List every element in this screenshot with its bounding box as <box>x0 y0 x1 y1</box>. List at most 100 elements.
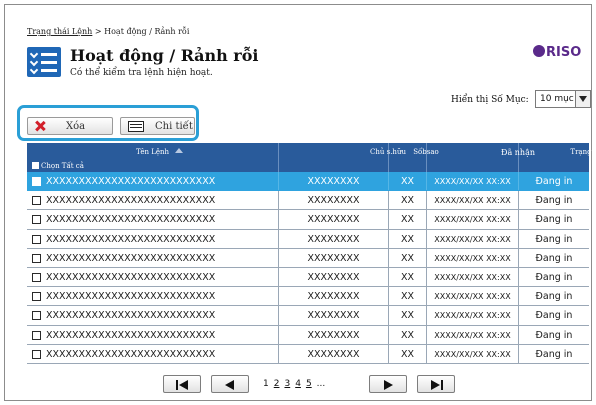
app-window: Trạng thái Lệnh > Hoạt động / Rảnh rỗi H… <box>4 4 596 401</box>
column-header-copies[interactable]: Sốbsao <box>389 143 439 172</box>
copies: XX <box>389 248 427 267</box>
received: XXXX/XX/XX XX:XX <box>427 248 519 267</box>
job-name: XXXXXXXXXXXXXXXXXXXXXXXXXX <box>46 329 216 341</box>
row-checkbox[interactable] <box>32 330 41 340</box>
page-link[interactable]: 5 <box>306 379 312 389</box>
page-ellipsis: ... <box>316 379 326 389</box>
owner: XXXXXXXX <box>279 267 389 287</box>
checklist-icon <box>27 47 61 77</box>
page-subtitle: Có thể kiểm tra lệnh hiện hoạt. <box>70 68 213 78</box>
table-row[interactable]: XXXXXXXXXXXXXXXXXXXXXXXXXX XXXXXXXX XX X… <box>27 172 589 192</box>
received: XXXX/XX/XX XX:XX <box>427 287 519 306</box>
row-checkbox[interactable] <box>32 177 41 186</box>
status: Đang in <box>535 271 573 283</box>
table-row[interactable]: XXXXXXXXXXXXXXXXXXXXXXXXXX XXXXXXXX XX X… <box>27 248 589 268</box>
next-page-button[interactable] <box>369 375 407 393</box>
page-link[interactable]: 4 <box>295 379 301 389</box>
row-checkbox[interactable] <box>32 311 41 321</box>
table-row[interactable]: XXXXXXXXXXXXXXXXXXXXXXXXXX XXXXXXXX XX X… <box>27 325 589 345</box>
select-all-checkbox[interactable] <box>32 162 39 169</box>
owner: XXXXXXXX <box>279 306 389 325</box>
page-title: Hoạt động / Rảnh rỗi <box>70 46 259 65</box>
riso-logo: RISO <box>533 45 583 61</box>
page-current: 1 <box>263 379 269 389</box>
job-name: XXXXXXXXXXXXXXXXXXXXXXXXXX <box>46 271 216 283</box>
owner: XXXXXXXX <box>279 287 389 306</box>
next-page-icon <box>384 380 393 390</box>
items-per-page-value: 10 mục <box>540 94 574 104</box>
row-checkbox[interactable] <box>32 234 41 244</box>
breadcrumb-current: Hoạt động / Rảnh rỗi <box>104 27 190 36</box>
table-row[interactable]: XXXXXXXXXXXXXXXXXXXXXXXXXX XXXXXXXX XX X… <box>27 306 589 326</box>
copies: XX <box>389 325 427 344</box>
received: XXXX/XX/XX XX:XX <box>427 210 519 229</box>
job-name: XXXXXXXXXXXXXXXXXXXXXXXXXX <box>46 310 216 322</box>
column-label-job-name: Tên Lệnh <box>135 148 169 156</box>
page-link[interactable]: 2 <box>274 379 280 389</box>
status: Đang in <box>535 291 573 303</box>
owner: XXXXXXXX <box>279 191 389 210</box>
row-checkbox[interactable] <box>32 349 41 359</box>
copies: XX <box>389 229 427 248</box>
chevron-down-icon[interactable] <box>575 91 590 107</box>
owner: XXXXXXXX <box>279 229 389 248</box>
job-name: XXXXXXXXXXXXXXXXXXXXXXXXXX <box>46 176 216 187</box>
row-checkbox[interactable] <box>32 253 41 263</box>
last-page-icon <box>431 380 440 390</box>
row-checkbox[interactable] <box>32 196 41 206</box>
detail-button-label: Chi tiết <box>155 121 193 132</box>
delete-button-label: Xóa <box>66 121 86 132</box>
breadcrumb-link-job-status[interactable]: Trạng thái Lệnh <box>27 27 92 36</box>
table-row[interactable]: XXXXXXXXXXXXXXXXXXXXXXXXXX XXXXXXXX XX X… <box>27 191 589 211</box>
first-page-button[interactable] <box>163 375 201 393</box>
table-row[interactable]: XXXXXXXXXXXXXXXXXXXXXXXXXX XXXXXXXX XX X… <box>27 344 589 364</box>
status: Đang in <box>535 214 573 226</box>
detail-button[interactable]: Chi tiết <box>120 117 195 135</box>
table-row[interactable]: XXXXXXXXXXXXXXXXXXXXXXXXXX XXXXXXXX XX X… <box>27 267 589 288</box>
column-header-owner[interactable]: Chủ s.hữu <box>279 143 406 172</box>
column-header-status[interactable]: Trạng thái <box>519 143 596 172</box>
received: XXXX/XX/XX XX:XX <box>427 306 519 325</box>
last-page-button[interactable] <box>417 375 455 393</box>
sort-ascending-icon <box>175 148 183 153</box>
logo-text: RISO <box>546 45 582 60</box>
row-checkbox[interactable] <box>32 292 41 302</box>
items-per-page-select[interactable]: 10 mục <box>535 90 591 108</box>
row-checkbox[interactable] <box>32 215 41 225</box>
table-row[interactable]: XXXXXXXXXXXXXXXXXXXXXXXXXX XXXXXXXX XX X… <box>27 229 589 249</box>
table-row[interactable]: XXXXXXXXXXXXXXXXXXXXXXXXXX XXXXXXXX XX X… <box>27 287 589 307</box>
copies: XX <box>389 210 427 229</box>
first-page-icon <box>179 380 188 390</box>
list-icon <box>128 121 144 132</box>
delete-button[interactable]: Xóa <box>27 117 113 135</box>
delete-x-icon <box>35 121 45 131</box>
received: XXXX/XX/XX XX:XX <box>427 172 519 191</box>
status: Đang in <box>535 176 573 187</box>
received: XXXX/XX/XX XX:XX <box>427 191 519 210</box>
row-checkbox[interactable] <box>32 272 41 282</box>
copies: XX <box>389 267 427 287</box>
copies: XX <box>389 306 427 325</box>
prev-page-button[interactable] <box>211 375 249 393</box>
owner: XXXXXXXX <box>279 210 389 229</box>
table-header: Tên Lệnh Chọn Tất cả Chủ s.hữu Sốbsao Đã… <box>27 143 596 172</box>
copies: XX <box>389 344 427 363</box>
action-toolbar: Xóa Chi tiết <box>17 105 199 141</box>
received: XXXX/XX/XX XX:XX <box>427 229 519 248</box>
column-label-status: Trạng thái <box>570 148 596 156</box>
last-page-bar <box>441 380 443 390</box>
job-table: Tên Lệnh Chọn Tất cả Chủ s.hữu Sốbsao Đã… <box>27 143 596 364</box>
first-page-bar <box>176 380 178 390</box>
received: XXXX/XX/XX XX:XX <box>427 325 519 344</box>
column-header-received[interactable]: Đã nhận <box>427 143 535 172</box>
status: Đang in <box>535 252 573 264</box>
prev-page-icon <box>225 380 234 390</box>
table-row[interactable]: XXXXXXXXXXXXXXXXXXXXXXXXXX XXXXXXXX XX X… <box>27 210 589 230</box>
received: XXXX/XX/XX XX:XX <box>427 267 519 287</box>
column-header-job-name[interactable]: Tên Lệnh Chọn Tất cả <box>27 143 279 172</box>
status: Đang in <box>535 310 573 322</box>
select-all[interactable]: Chọn Tất cả <box>32 162 84 170</box>
page-link[interactable]: 3 <box>284 379 290 389</box>
status: Đang in <box>535 233 573 245</box>
received: XXXX/XX/XX XX:XX <box>427 344 519 363</box>
